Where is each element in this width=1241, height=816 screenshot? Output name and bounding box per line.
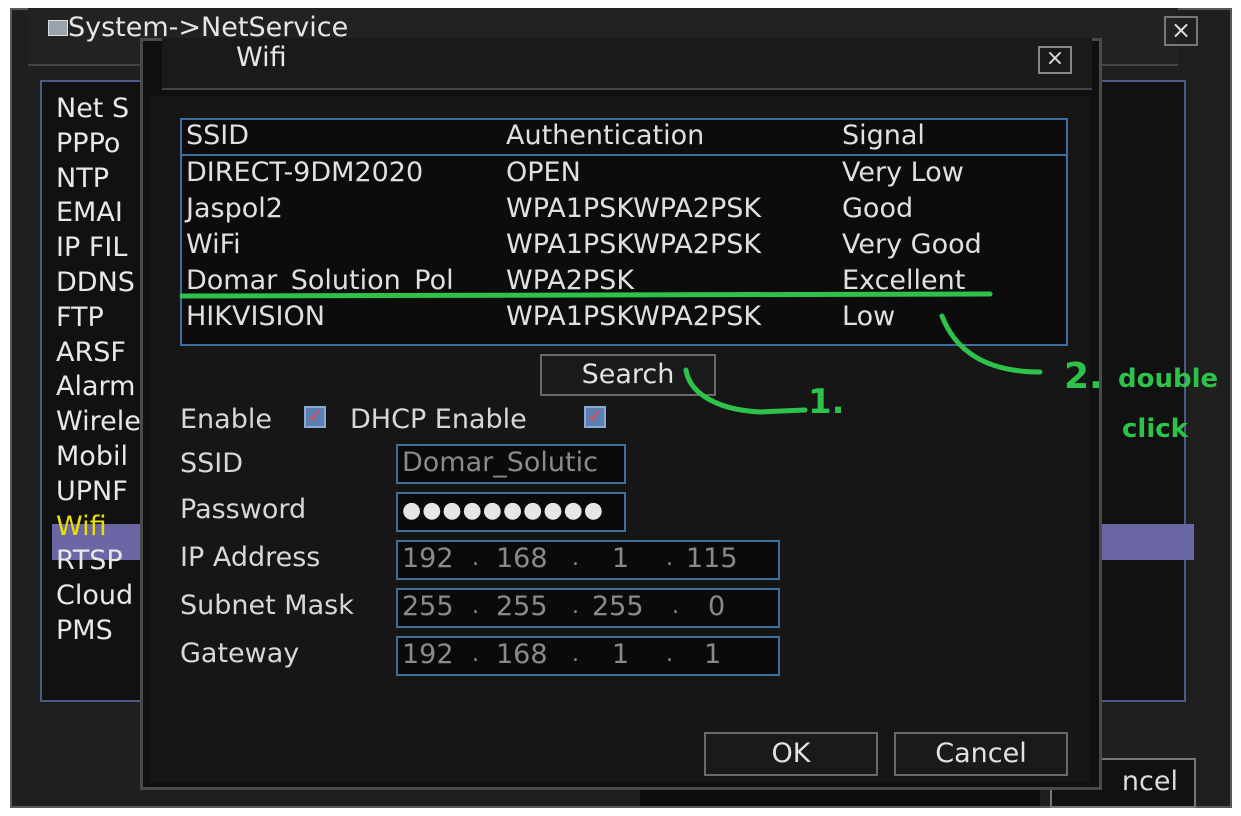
step2-click-annotation: click (1122, 414, 1188, 444)
ip-dot: . (472, 594, 479, 619)
wifi-dialog-title: Wifi (236, 42, 287, 73)
row-ssid: HIKVISION (186, 301, 325, 332)
ip-octet-3: 1 (612, 543, 630, 574)
dhcp-enable-checkbox[interactable]: ✓ (584, 406, 606, 428)
gateway-label: Gateway (180, 638, 300, 669)
gateway-octet-3: 1 (612, 639, 630, 670)
enable-label: Enable (180, 404, 272, 435)
ip-dot: . (572, 594, 579, 619)
row-authentication: OPEN (506, 157, 581, 188)
ssid-field[interactable]: Domar_Solutic (396, 444, 626, 484)
enable-checkbox[interactable]: ✓ (304, 406, 326, 428)
dhcp-enable-label: DHCP Enable (350, 404, 527, 435)
wifi-close-button[interactable]: × (1038, 46, 1072, 74)
wifi-titlebar (162, 38, 1092, 90)
search-button[interactable]: Search (540, 354, 716, 396)
ip-dot: . (672, 594, 679, 619)
header-signal[interactable]: Signal (842, 120, 925, 151)
ip-dot: . (666, 642, 673, 667)
subnet-octet-3: 255 (592, 591, 644, 622)
ok-button[interactable]: OK (704, 732, 878, 776)
subnet-octet-1: 255 (402, 591, 454, 622)
row-ssid: WiFi (186, 229, 241, 260)
gateway-octet-1: 192 (402, 639, 454, 670)
row-signal: Good (842, 193, 914, 224)
row-ssid: Jaspol2 (186, 193, 283, 224)
step2-number-annotation: 2. (1064, 356, 1103, 397)
ssid-label: SSID (180, 448, 244, 479)
ip-dot: . (472, 546, 479, 571)
row-authentication: WPA1PSKWPA2PSK (506, 301, 762, 332)
row-signal: Very Low (842, 157, 964, 188)
subnet-mask-field[interactable]: 255 . 255 . 255 . 0 (396, 588, 780, 628)
ip-octet-2: 168 (496, 543, 548, 574)
ip-octet-1: 192 (402, 543, 454, 574)
header-authentication[interactable]: Authentication (506, 120, 704, 151)
row-signal: Excellent (842, 265, 966, 296)
row-authentication: WPA1PSKWPA2PSK (506, 229, 762, 260)
ip-dot: . (666, 546, 673, 571)
step1-annotation: 1. (808, 382, 845, 422)
ip-dot: . (572, 642, 579, 667)
netservice-close-button[interactable]: × (1164, 16, 1198, 46)
monitor-icon (48, 20, 68, 36)
password-label: Password (180, 494, 307, 525)
password-field[interactable]: ●●●●●●●●●● (396, 492, 626, 532)
subnet-octet-4: 0 (708, 591, 726, 622)
row-signal: Low (842, 301, 896, 332)
step2-double-annotation: double (1118, 364, 1219, 394)
gateway-octet-2: 168 (496, 639, 548, 670)
subnet-octet-2: 255 (496, 591, 548, 622)
gateway-field[interactable]: 192 . 168 . 1 . 1 (396, 636, 780, 676)
ip-address-label: IP Address (180, 542, 321, 573)
row-authentication: WPA2PSK (506, 265, 635, 296)
subnet-mask-label: Subnet Mask (180, 590, 354, 621)
cancel-button[interactable]: Cancel (894, 732, 1068, 776)
header-ssid[interactable]: SSID (186, 120, 249, 151)
row-signal: Very Good (842, 229, 982, 260)
ip-dot: . (572, 546, 579, 571)
ip-dot: . (472, 642, 479, 667)
row-authentication: WPA1PSKWPA2PSK (506, 193, 762, 224)
row-ssid: DIRECT-9DM2020 (186, 157, 424, 188)
ip-address-field[interactable]: 192 . 168 . 1 . 115 (396, 540, 780, 580)
row-ssid: Domar_Solution_Pol (186, 265, 454, 296)
gateway-octet-4: 1 (704, 639, 722, 670)
ip-octet-4: 115 (686, 543, 738, 574)
